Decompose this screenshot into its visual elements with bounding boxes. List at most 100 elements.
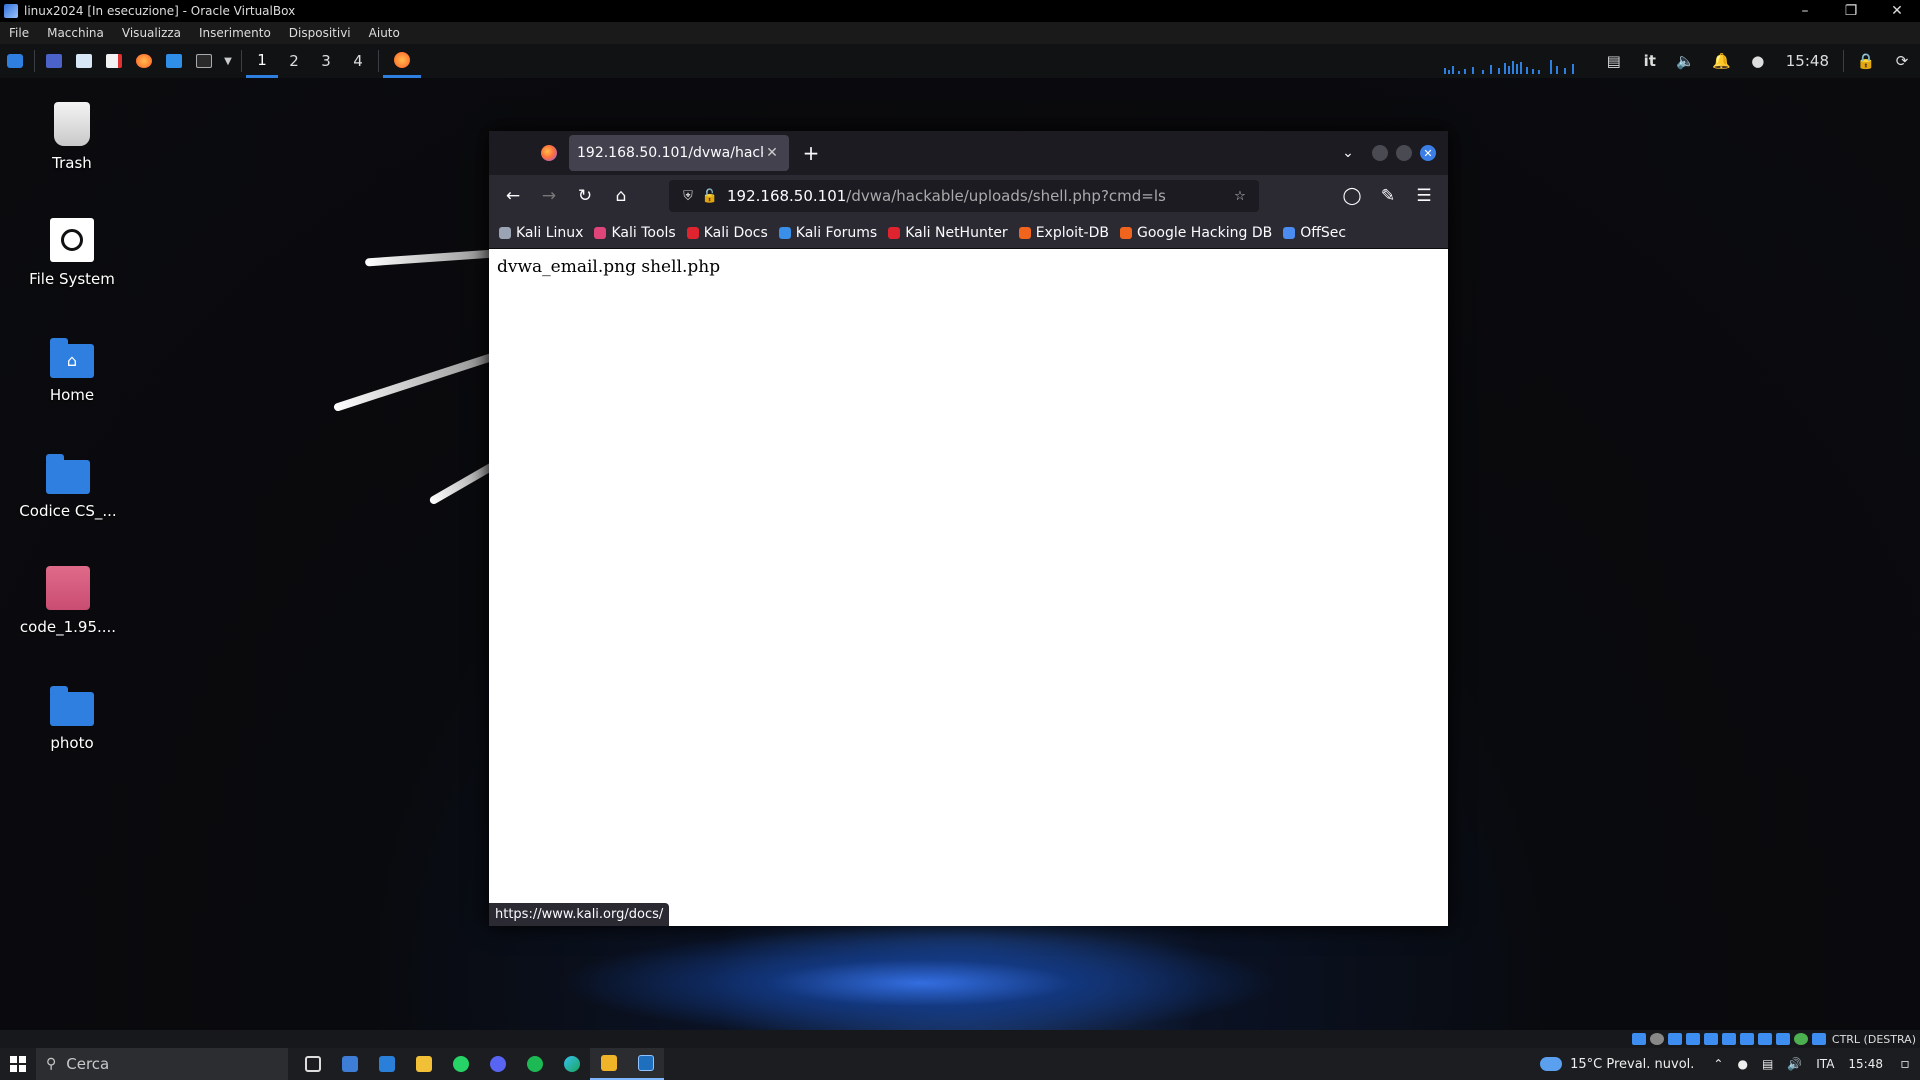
show-desktop-icon[interactable] [39, 44, 69, 78]
bookmark-offsec[interactable]: OffSec [1283, 225, 1346, 241]
audio-icon[interactable] [1667, 1033, 1682, 1045]
bookmark-kali-forums[interactable]: Kali Forums [778, 225, 877, 241]
menu-file[interactable]: File [0, 26, 38, 40]
bookmark-star-icon[interactable]: ☆ [1229, 189, 1251, 204]
desktop-icon-file-system[interactable]: File System [2, 218, 142, 288]
display-icon[interactable]: ▤ [1596, 52, 1632, 70]
hard-disk-icon[interactable] [1631, 1033, 1646, 1045]
taskbar-edge[interactable] [553, 1048, 590, 1080]
firefox-tab-bar: 192.168.50.101/dvwa/hackabl ✕ + ⌄ ✕ [489, 131, 1448, 175]
vscode-launcher-icon[interactable] [159, 44, 189, 78]
home-icon[interactable]: ⌂ [603, 180, 639, 212]
extensions-icon[interactable]: ✎ [1370, 180, 1406, 212]
taskbar-firefox-window[interactable] [383, 44, 421, 78]
network-icon[interactable]: ▤ [1762, 1057, 1773, 1071]
kali-menu-icon[interactable] [0, 44, 30, 78]
bookmark-google-hacking-db[interactable]: Google Hacking DB [1119, 225, 1272, 241]
forward-arrow-icon[interactable]: → [531, 180, 567, 212]
close-tab-icon[interactable]: ✕ [763, 145, 781, 161]
taskbar-discord[interactable] [479, 1048, 516, 1080]
close-button[interactable]: ✕ [1874, 0, 1920, 22]
menu-macchina[interactable]: Macchina [38, 26, 113, 40]
power-manager-icon[interactable]: ● [1740, 52, 1776, 70]
taskbar-virtualbox[interactable] [627, 1048, 664, 1080]
taskbar-app[interactable] [590, 1048, 627, 1080]
taskbar-whatsapp[interactable] [442, 1048, 479, 1080]
shield-icon[interactable]: ⛨ [677, 189, 699, 204]
mouse-integration-icon[interactable] [1811, 1033, 1826, 1045]
task-view-icon [304, 1056, 321, 1072]
task-view-button[interactable] [294, 1048, 331, 1080]
chevron-up-icon[interactable]: ⌃ [1713, 1057, 1723, 1071]
microphone-icon[interactable]: ● [1737, 1057, 1747, 1071]
network-icon[interactable] [1685, 1033, 1700, 1045]
virtualization-icon[interactable] [1775, 1033, 1790, 1045]
menu-visualizza[interactable]: Visualizza [113, 26, 190, 40]
insecure-lock-icon[interactable]: 🔓 [699, 189, 721, 204]
shared-folders-icon[interactable] [1721, 1033, 1736, 1045]
recording-icon[interactable] [1757, 1033, 1772, 1045]
workspace-1[interactable]: 1 [246, 44, 278, 78]
bookmark-kali-tools[interactable]: Kali Tools [594, 225, 676, 241]
logout-icon[interactable]: ⟳ [1884, 52, 1920, 70]
menu-dispositivi[interactable]: Dispositivi [280, 26, 360, 40]
workspace-2[interactable]: 2 [278, 44, 310, 78]
notifications-bell-icon[interactable]: 🔔 [1704, 52, 1740, 70]
keyboard-layout[interactable]: it [1632, 52, 1668, 70]
desktop-icon-code-package[interactable]: code_1.95.... [0, 566, 138, 636]
taskbar-search-box[interactable]: ⚲ Cerca [36, 1048, 288, 1080]
usb-icon[interactable] [1703, 1033, 1718, 1045]
bookmark-kali-nethunter[interactable]: Kali NetHunter [888, 225, 1008, 241]
menu-aiuto[interactable]: Aiuto [360, 26, 409, 40]
list-all-tabs-chevron-icon[interactable]: ⌄ [1328, 145, 1368, 161]
terminal-launcher-icon[interactable] [189, 44, 219, 78]
taskbar-store[interactable] [368, 1048, 405, 1080]
taskbar-camera[interactable] [331, 1048, 368, 1080]
url-text[interactable]: 192.168.50.101/dvwa/hackable/uploads/she… [727, 187, 1229, 205]
taskbar-clock[interactable]: 15:48 [1848, 1057, 1883, 1071]
window-maximize-button[interactable] [1396, 145, 1412, 161]
new-tab-button[interactable]: + [795, 141, 827, 165]
bookmark-exploit-db[interactable]: Exploit-DB [1018, 225, 1109, 241]
taskbar-spotify[interactable] [516, 1048, 553, 1080]
window-minimize-button[interactable] [1372, 145, 1388, 161]
tab-shell-php[interactable]: 192.168.50.101/dvwa/hackabl ✕ [569, 135, 789, 171]
optical-drive-icon[interactable] [1649, 1033, 1664, 1045]
display-status-icon[interactable] [1739, 1033, 1754, 1045]
notification-center-icon[interactable]: ▫ [1890, 1048, 1920, 1080]
file-manager-icon[interactable] [69, 44, 99, 78]
weather-widget[interactable]: 15°C Preval. nuvol. [1540, 1057, 1694, 1072]
hamburger-menu-icon[interactable]: ☰ [1406, 180, 1442, 212]
firefox-launcher-icon[interactable] [129, 44, 159, 78]
minimize-button[interactable]: – [1782, 0, 1828, 22]
volume-icon[interactable]: 🔈 [1668, 52, 1704, 70]
restore-button[interactable]: ❐ [1828, 0, 1874, 22]
windows-start-button[interactable] [0, 1048, 36, 1080]
ghdb-icon [1119, 226, 1132, 239]
panel-separator [1843, 50, 1844, 72]
desktop-icon-trash[interactable]: Trash [2, 102, 142, 172]
desktop-icon-photo[interactable]: photo [2, 682, 142, 752]
panel-clock[interactable]: 15:48 [1776, 52, 1839, 70]
speaker-icon[interactable]: 🔊 [1787, 1057, 1802, 1071]
desktop-icon-label: File System [29, 270, 115, 288]
workspace-4[interactable]: 4 [342, 44, 374, 78]
menu-inserimento[interactable]: Inserimento [190, 26, 280, 40]
panel-separator [34, 50, 35, 72]
desktop-icon-home[interactable]: ⌂ Home [2, 334, 142, 404]
back-arrow-icon[interactable]: ← [495, 180, 531, 212]
pocket-icon[interactable]: ◯ [1334, 180, 1370, 212]
desktop-icon-codice[interactable]: Codice CS_... [0, 450, 138, 520]
guest-additions-icon[interactable] [1793, 1033, 1808, 1045]
chevron-down-icon[interactable]: ▼ [219, 44, 237, 78]
bookmark-kali-linux[interactable]: Kali Linux [499, 225, 583, 241]
input-language[interactable]: ITA [1816, 1057, 1834, 1071]
reload-icon[interactable]: ↻ [567, 180, 603, 212]
bookmark-kali-docs[interactable]: Kali Docs [686, 225, 768, 241]
workspace-3[interactable]: 3 [310, 44, 342, 78]
taskbar-explorer[interactable] [405, 1048, 442, 1080]
lock-screen-icon[interactable]: 🔒 [1848, 52, 1884, 70]
text-editor-icon[interactable] [99, 44, 129, 78]
url-bar[interactable]: ⛨ 🔓 192.168.50.101/dvwa/hackable/uploads… [669, 180, 1259, 212]
window-close-button[interactable]: ✕ [1420, 145, 1436, 161]
